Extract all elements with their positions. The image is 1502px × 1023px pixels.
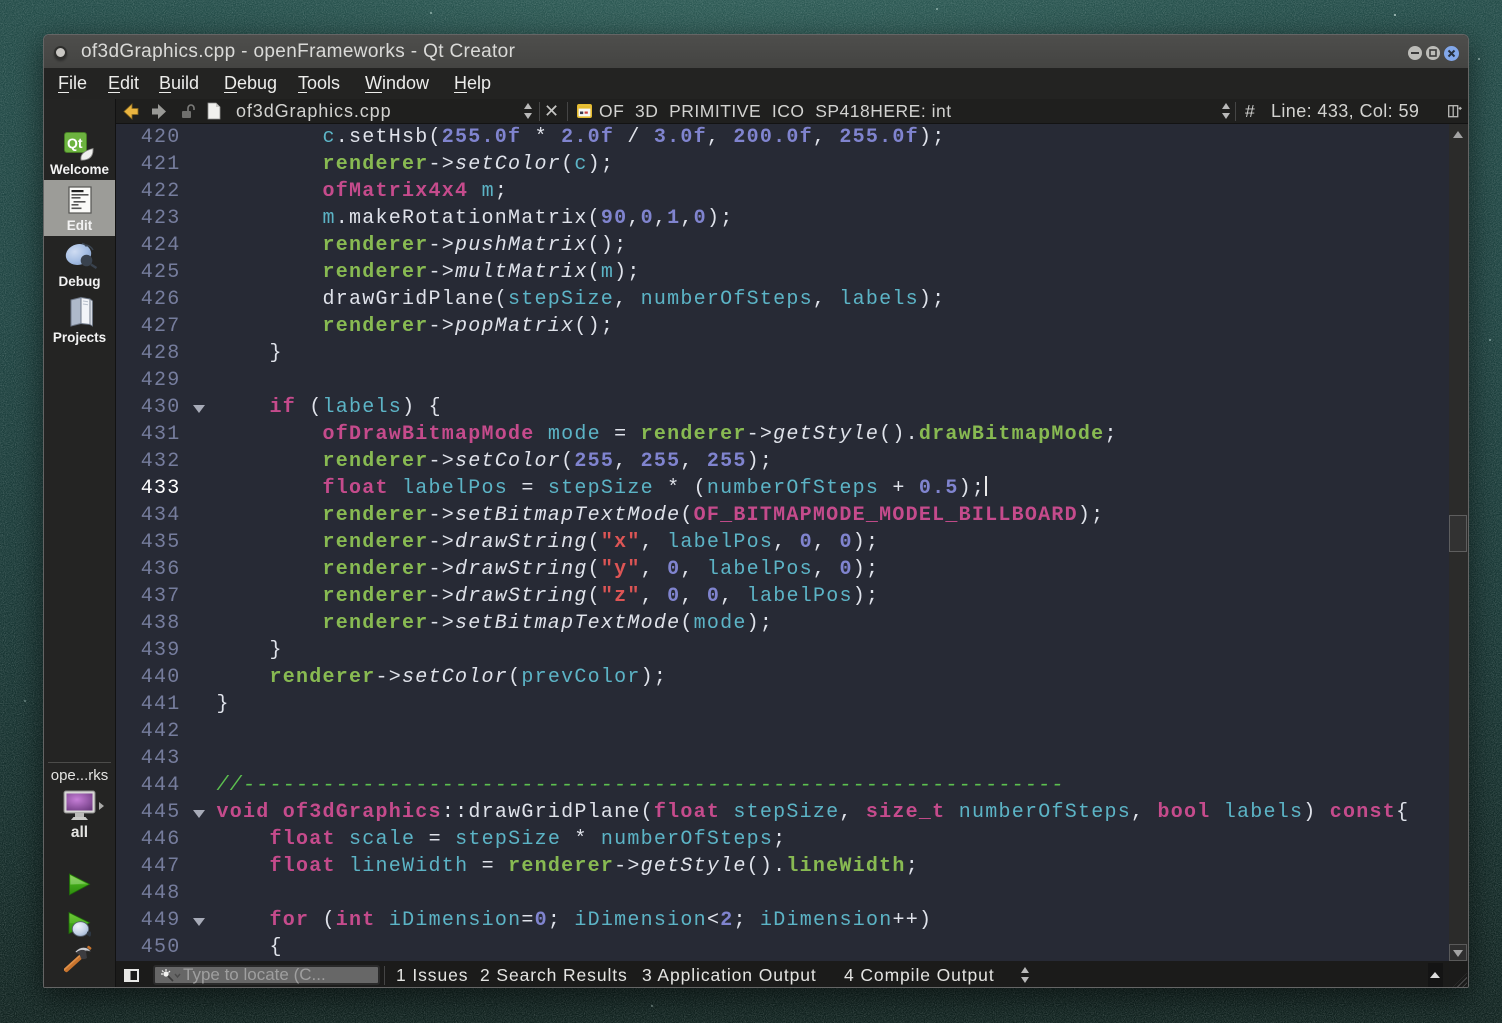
svg-text:Qt: Qt	[67, 135, 83, 151]
